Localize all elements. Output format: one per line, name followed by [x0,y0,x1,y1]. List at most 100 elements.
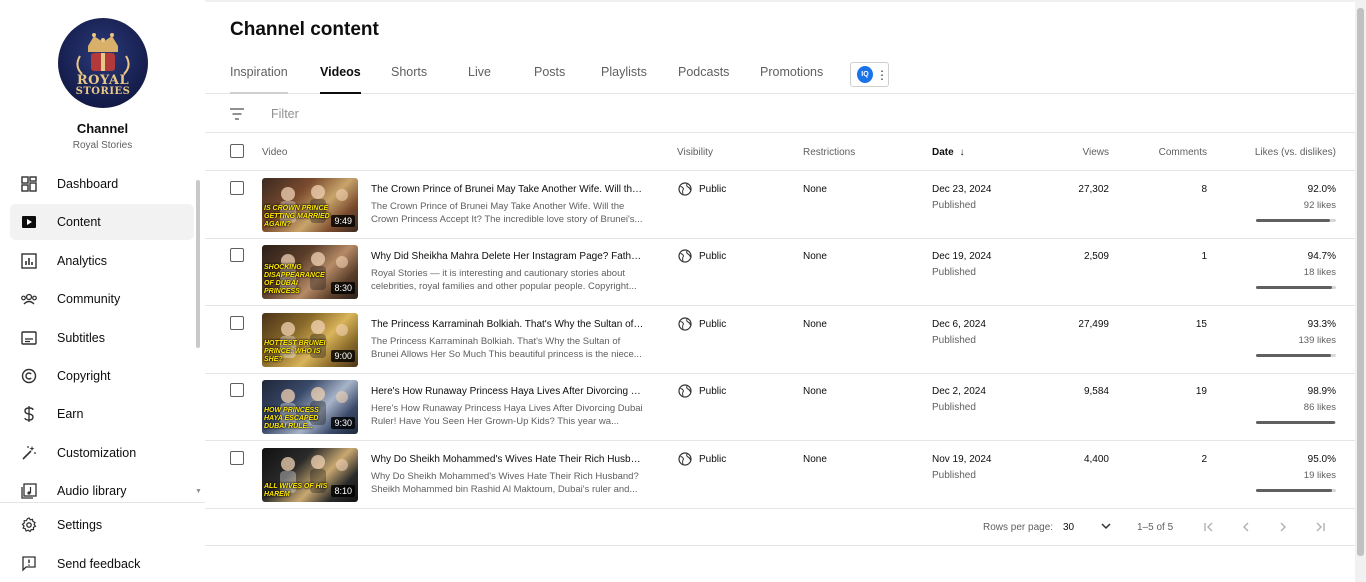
visibility-value[interactable]: Public [699,454,726,465]
video-title[interactable]: Why Do Sheikh Mohammed's Wives Hate Thei… [371,454,646,465]
page-scrollbar-thumb[interactable] [1357,8,1364,556]
top-divider [205,0,1366,2]
gear-icon [20,516,38,534]
sidebar-item-audio-library[interactable]: Audio library [10,473,194,509]
next-page-icon[interactable] [1276,520,1290,534]
col-visibility[interactable]: Visibility [677,147,713,158]
select-all-checkbox[interactable] [230,144,244,158]
visibility-value[interactable]: Public [699,319,726,330]
channel-avatar[interactable]: ROYAL STORIES [58,18,148,108]
video-thumbnail[interactable]: IS CROWN PRINCE GETTING MARRIED AGAIN? 9… [262,178,358,232]
tab-inspiration[interactable]: Inspiration [230,65,288,94]
tab-live[interactable]: Live [468,65,491,94]
video-title[interactable]: The Crown Prince of Brunei May Take Anot… [371,184,646,195]
video-thumbnail[interactable]: ALL WIVES OF HIS HAREM 8:10 [262,448,358,502]
sidebar-item-earn[interactable]: Earn [10,396,194,432]
row-checkbox[interactable] [230,248,244,262]
table-row[interactable]: HOTTEST BRUNEI PRINCE: WHO IS SHE? 9:00 … [205,306,1355,374]
sidebar-item-customization[interactable]: Customization [10,435,194,471]
video-duration: 8:30 [331,282,355,294]
sidebar-scrollbar[interactable] [196,180,200,348]
prev-page-icon[interactable] [1239,520,1253,534]
globe-icon[interactable] [678,317,692,331]
table-row[interactable]: IS CROWN PRINCE GETTING MARRIED AGAIN? 9… [205,171,1355,239]
visibility-value[interactable]: Public [699,386,726,397]
tab-videos[interactable]: Videos [320,65,361,94]
video-description: The Crown Prince of Brunei May Take Anot… [371,201,643,225]
rows-per-page-select[interactable]: 30 [1063,522,1074,533]
more-vert-icon: ⋮ [876,67,888,82]
tab-playlists[interactable]: Playlists [601,65,647,94]
content-tabs: Inspiration Videos Shorts Live Posts Pla… [205,56,1355,94]
col-views[interactable]: Views [1083,147,1110,158]
sidebar-item-send-feedback[interactable]: Send feedback [10,546,194,582]
filter-icon[interactable] [229,107,245,121]
sidebar-item-label: Settings [57,518,103,532]
date-status: Published [932,335,976,346]
comments-value: 2 [1201,454,1207,465]
tab-shorts[interactable]: Shorts [391,65,427,94]
table-row[interactable]: HOW PRINCESS HAYA ESCAPED DUBAI RULE... … [205,373,1355,441]
date-value: Nov 19, 2024 [932,454,992,465]
visibility-value[interactable]: Public [699,184,726,195]
extension-badge: IQ [857,66,873,83]
globe-icon[interactable] [678,182,692,196]
views-value: 4,400 [1083,454,1109,465]
page-scrollbar[interactable] [1355,0,1366,582]
views-value: 27,302 [1078,184,1109,195]
avatar-brand-line2: STORIES [75,86,131,97]
sidebar-item-label: Content [57,215,101,229]
thumbnail-caption: IS CROWN PRINCE GETTING MARRIED AGAIN? [264,205,330,228]
row-checkbox[interactable] [230,316,244,330]
date-status: Published [932,200,976,211]
video-title[interactable]: Why Did Sheikha Mahra Delete Her Instagr… [371,251,646,262]
video-thumbnail[interactable]: HOTTEST BRUNEI PRINCE: WHO IS SHE? 9:00 [262,313,358,367]
sidebar-item-analytics[interactable]: Analytics [10,243,194,279]
chevron-down-icon[interactable] [1100,520,1112,532]
globe-icon[interactable] [678,452,692,466]
sidebar-item-dashboard[interactable]: Dashboard [10,166,194,202]
col-likes[interactable]: Likes (vs. dislikes) [1255,147,1336,158]
sidebar-item-community[interactable]: Community [10,281,194,317]
extension-button[interactable]: IQ ⋮ [850,62,889,87]
rows-per-page-label: Rows per page: [983,522,1054,533]
filter-input[interactable] [271,104,671,124]
globe-icon[interactable] [678,249,692,263]
tab-posts[interactable]: Posts [534,65,565,94]
col-date[interactable]: Date ↓ [932,147,964,158]
tab-promotions[interactable]: Promotions [760,65,823,94]
restrictions-value: None [803,319,827,330]
row-checkbox[interactable] [230,451,244,465]
globe-icon[interactable] [678,384,692,398]
sidebar-item-subtitles[interactable]: Subtitles [10,320,194,356]
sidebar-item-copyright[interactable]: Copyright [10,358,194,394]
likes-ratio-fill [1256,354,1331,357]
first-page-icon[interactable] [1202,520,1216,534]
video-thumbnail[interactable]: SHOCKING DISAPPEARANCE OF DUBAI PRINCESS… [262,245,358,299]
row-checkbox[interactable] [230,181,244,195]
likes-count: 139 likes [1298,335,1337,346]
row-checkbox[interactable] [230,383,244,397]
sidebar-item-label: Community [57,292,121,306]
table-row[interactable]: SHOCKING DISAPPEARANCE OF DUBAI PRINCESS… [205,238,1355,306]
tab-podcasts[interactable]: Podcasts [678,65,729,94]
col-comments[interactable]: Comments [1159,147,1207,158]
table-row[interactable]: ALL WIVES OF HIS HAREM 8:10 Why Do Sheik… [205,441,1355,509]
scroll-down-icon[interactable]: ▼ [195,488,202,495]
restrictions-value: None [803,386,827,397]
visibility-value[interactable]: Public [699,251,726,262]
video-title[interactable]: The Princess Karraminah Bolkiah. That's … [371,319,646,330]
video-thumbnail[interactable]: HOW PRINCESS HAYA ESCAPED DUBAI RULE... … [262,380,358,434]
sidebar-item-label: Analytics [57,254,108,268]
sidebar-item-settings[interactable]: Settings [10,507,194,543]
likes-percentage: 98.9% [1307,386,1336,397]
main-content: Channel content Inspiration Videos Short… [205,0,1366,582]
last-page-icon[interactable] [1313,520,1327,534]
date-value: Dec 19, 2024 [932,251,992,262]
video-title[interactable]: Here's How Runaway Princess Haya Lives A… [371,386,646,397]
sidebar-divider [0,502,205,503]
sidebar-item-content[interactable]: Content [10,204,194,240]
sidebar-item-label: Audio library [57,484,127,498]
comments-value: 19 [1195,386,1207,397]
col-restrictions[interactable]: Restrictions [803,147,855,158]
